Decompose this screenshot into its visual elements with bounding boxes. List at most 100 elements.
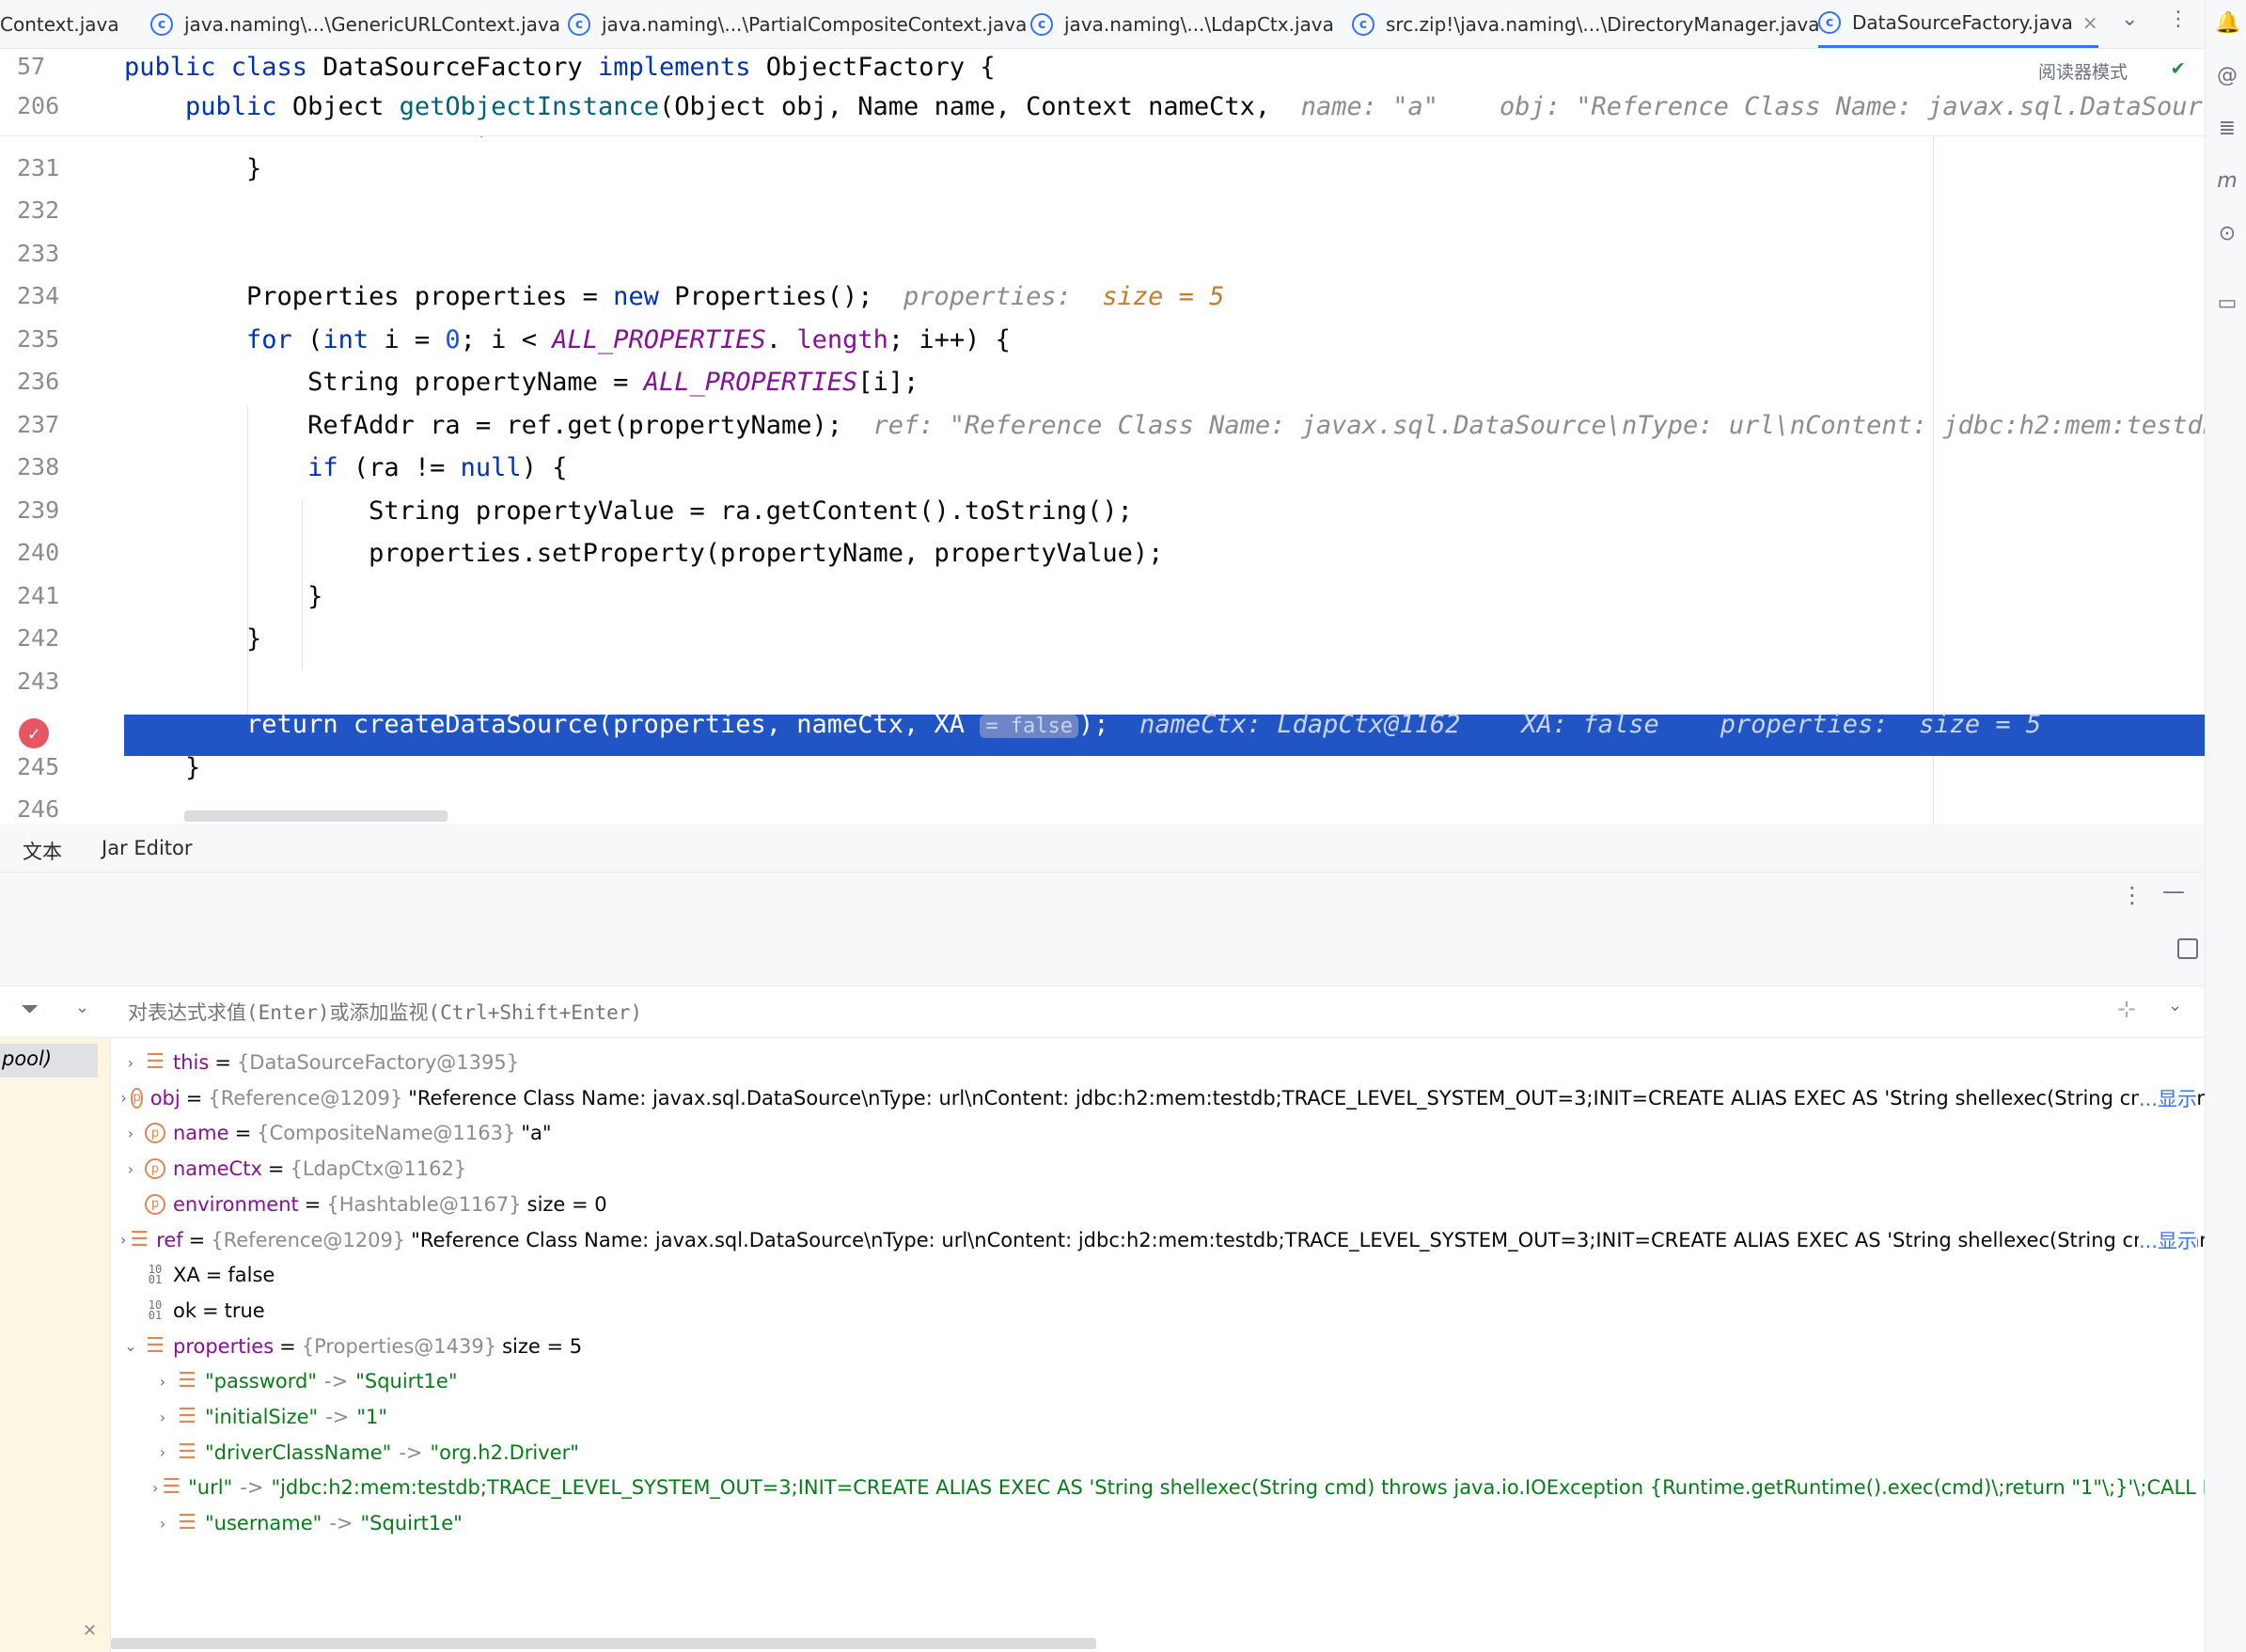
map-entry-row[interactable]: › ☰ "driverClassName" -> "org.h2.Driver" <box>152 1436 2205 1470</box>
code-line[interactable]: } <box>124 582 322 611</box>
code-line[interactable]: RefAddr ra = ref.get(propertyName); ref:… <box>124 411 2205 440</box>
tab-4[interactable]: c src.zip!\java.naming\...\DirectoryManag… <box>1352 0 1819 48</box>
code-token: Object <box>291 92 400 121</box>
code-line[interactable]: Properties properties = new Properties()… <box>124 282 1224 311</box>
frame-item-selected[interactable]: pool) <box>0 1044 98 1078</box>
tab-label: java.naming\...\LdapCtx.java <box>1064 13 1334 36</box>
options-kebab-icon[interactable]: ⋮ <box>2121 882 2144 908</box>
close-icon[interactable]: ✕ <box>83 1621 97 1641</box>
chevron-down-icon[interactable]: ⌄ <box>75 998 89 1017</box>
code-line[interactable]: if (ra != null) { <box>124 453 567 482</box>
line-number: 245 <box>17 752 60 780</box>
tab-text[interactable]: 文本 <box>23 837 62 877</box>
code-token: ALL_PROPERTIES <box>552 324 766 354</box>
object-icon: ☰ <box>130 1227 149 1251</box>
sticky-lines-header[interactable]: 阅读器模式 ✔ 57 public class DataSourceFactory… <box>0 49 2205 136</box>
variable-name: nameCtx <box>173 1157 262 1181</box>
maven-icon[interactable]: m <box>2215 169 2239 194</box>
variable-value: "Reference Class Name: javax.sql.DataSou… <box>408 1086 2205 1109</box>
chevron-down-icon[interactable]: ⌄ <box>2168 996 2182 1015</box>
show-more-link[interactable]: ...显示 <box>2138 1083 2197 1112</box>
chevron-right-icon[interactable]: › <box>152 1373 173 1391</box>
chevron-right-icon[interactable]: › <box>152 1443 173 1461</box>
variable-row[interactable]: › p obj = {Reference@1209} "Reference Class N… <box>120 1081 2205 1115</box>
variables-horizontal-scrollbar[interactable] <box>111 1638 1096 1649</box>
chevron-right-icon[interactable]: › <box>120 1160 141 1178</box>
add-watch-icon[interactable]: ⊹ <box>2117 996 2136 1022</box>
evaluate-expression-input[interactable] <box>128 996 2008 1030</box>
chevron-right-icon[interactable]: › <box>152 1479 158 1497</box>
tab-2[interactable]: c java.naming\...\PartialCompositeContext… <box>568 0 1027 48</box>
code-token: 0 <box>445 324 461 354</box>
reader-mode-button[interactable]: 阅读器模式 <box>2038 58 2128 84</box>
chevron-right-icon[interactable]: › <box>120 1054 141 1072</box>
filter-icon[interactable]: ⏷ <box>21 996 39 1022</box>
line-number: 240 <box>17 539 60 566</box>
map-entry-row[interactable]: › ☰ "username" -> "Squirt1e" <box>152 1506 2205 1540</box>
tab-3[interactable]: c java.naming\...\LdapCtx.java <box>1030 0 1334 48</box>
code-line[interactable]: String propertyValue = ra.getContent().t… <box>124 496 1133 526</box>
tab-options-kebab-icon[interactable]: ⋮ <box>2168 8 2189 31</box>
variable-row[interactable]: p environment = {Hashtable@1167} size = 0 <box>120 1188 2205 1221</box>
code-line[interactable]: } <box>124 753 200 782</box>
variable-row[interactable]: › p name = {CompositeName@1163} "a" <box>120 1116 2205 1150</box>
database-icon[interactable]: ≣ <box>2215 117 2239 141</box>
chevron-right-icon[interactable]: › <box>120 1125 141 1142</box>
line-number: 238 <box>17 453 60 480</box>
code-line[interactable]: for (int i = 0; i < ALL_PROPERTIES. leng… <box>124 325 1011 354</box>
variable-row[interactable]: › p nameCtx = {LdapCtx@1162} <box>120 1152 2205 1186</box>
current-code-line[interactable]: return createDataSource(properties, name… <box>124 710 2041 739</box>
code-line[interactable]: properties.setProperty(propertyName, pro… <box>124 539 1163 568</box>
layout-settings-icon[interactable] <box>2177 938 2198 959</box>
horizontal-scrollbar[interactable] <box>184 810 448 822</box>
tab-1[interactable]: c java.naming\...\GenericURLContext.java <box>150 0 560 48</box>
chevron-down-icon[interactable]: ⌄ <box>120 1337 141 1355</box>
variable-row[interactable]: ⌄ ☰ properties = {Properties@1439} size = 5 <box>120 1329 2205 1363</box>
code-line[interactable]: String propertyName = ALL_PROPERTIES[i]; <box>124 368 919 397</box>
variable-row[interactable]: 10 01 XA = false <box>120 1258 2205 1292</box>
tab-list-chevron-icon[interactable]: ⌄ <box>2121 8 2138 31</box>
tab-5[interactable]: c DataSourceFactory.java × <box>1818 0 2098 48</box>
map-entry-row[interactable]: › ☰ "initialSize" -> "1" <box>152 1400 2205 1434</box>
variable-reference: -> <box>399 1440 423 1464</box>
equals-sign: = <box>279 1334 296 1358</box>
chevron-right-icon[interactable]: › <box>152 1515 173 1533</box>
services-icon[interactable]: ⊙ <box>2215 222 2239 246</box>
code-token: } <box>124 624 262 653</box>
notifications-icon[interactable]: 🔔 <box>2215 11 2240 36</box>
breakpoint-icon[interactable]: ✓ <box>19 718 49 748</box>
toolbox-icon[interactable]: ▭ <box>2215 291 2239 316</box>
chevron-right-icon[interactable]: › <box>120 1231 126 1249</box>
map-entry-row[interactable]: › ☰ "password" -> "Squirt1e" <box>152 1364 2205 1398</box>
sticky-code-line[interactable]: public class DataSourceFactory implement… <box>124 53 996 82</box>
sticky-code-line[interactable]: public Object getObjectInstance(Object o… <box>124 92 2205 121</box>
chevron-right-icon[interactable]: › <box>120 1089 127 1107</box>
code-line[interactable]: } <box>124 624 261 653</box>
code-line[interactable]: } <box>124 154 261 183</box>
tab-jar-editor[interactable]: Jar Editor <box>102 837 193 859</box>
frames-list[interactable]: pool) ✕ <box>0 1038 111 1652</box>
chevron-right-icon[interactable]: › <box>152 1408 173 1426</box>
minimize-icon[interactable]: — <box>2162 878 2185 905</box>
close-tab-icon[interactable]: × <box>2082 11 2098 34</box>
show-more-link[interactable]: ...显示 <box>2138 1225 2197 1254</box>
line-number: 234 <box>17 282 60 309</box>
variable-row[interactable]: 10 01 ok = true <box>120 1294 2205 1328</box>
equals-sign: = <box>188 1228 206 1251</box>
code-editor[interactable]: 2302312322332342352362372382392402412422… <box>0 49 2205 824</box>
tab-0[interactable]: Context.java <box>0 0 119 48</box>
code-token: [i]; <box>857 368 919 397</box>
tab-label: java.naming\...\GenericURLContext.java <box>184 13 560 36</box>
code-token: properties.setProperty(propertyName, pro… <box>124 539 1164 568</box>
parameter-icon: p <box>145 1123 165 1144</box>
line-number-gutter[interactable]: 2302312322332342352362372382392402412422… <box>0 49 124 824</box>
variable-reference: {Reference@1209} <box>211 1228 406 1251</box>
code-token: DataSourceFactory <box>322 53 598 82</box>
map-entry-row[interactable]: › ☰ "url" -> "jdbc:h2:mem:testdb;TRACE_LEVEL… <box>152 1471 2205 1504</box>
variable-row[interactable]: › ☰ ref = {Reference@1209} "Reference Class N… <box>120 1223 2205 1257</box>
variables-tree[interactable]: › ☰ this = {DataSourceFactory@1395} › p obj = {Re… <box>111 1038 2205 1652</box>
editor-tab-bar: Context.java c java.naming\...\GenericURLC… <box>0 0 2205 49</box>
variable-row[interactable]: › ☰ this = {DataSourceFactory@1395} <box>120 1046 2205 1079</box>
ai-assistant-icon[interactable]: @ <box>2215 64 2239 88</box>
